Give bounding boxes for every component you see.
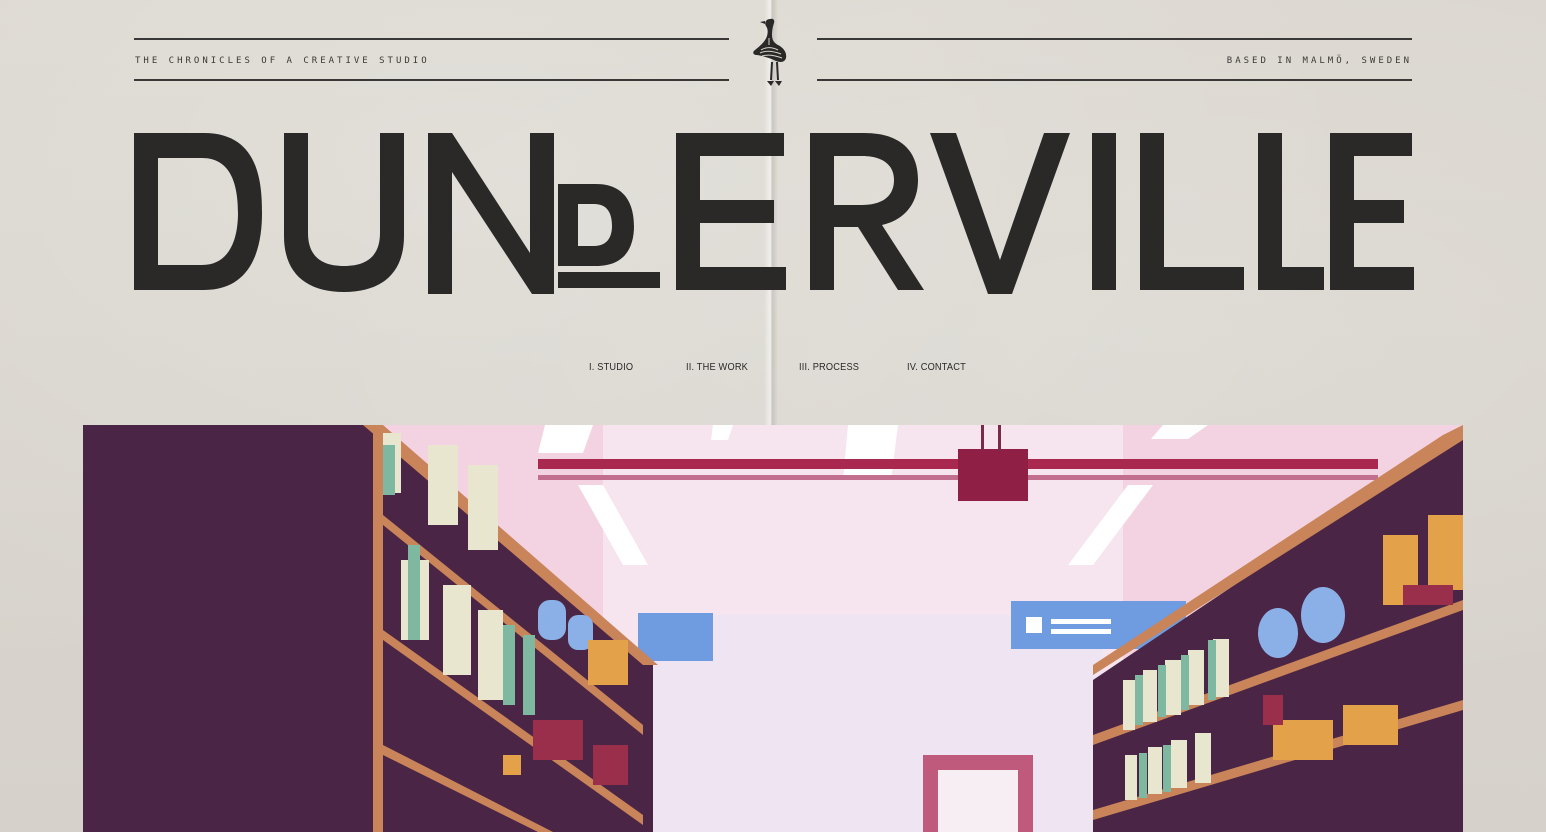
header-rule-right-top xyxy=(817,38,1412,40)
nav-item-process[interactable]: III. PROCESS xyxy=(799,361,859,373)
header-rule-left-top xyxy=(134,38,729,40)
header-rule-right-bottom xyxy=(817,79,1412,81)
hero-illustration xyxy=(83,425,1463,832)
tagline-left: THE CHRONICLES OF A CREATIVE STUDIO xyxy=(135,56,430,66)
brand-wordmark[interactable] xyxy=(134,128,1414,300)
tagline-right: BASED IN MALMÖ, SWEDEN xyxy=(1226,56,1412,66)
nav-item-the-work[interactable]: II. THE WORK xyxy=(686,361,748,373)
nav-item-contact[interactable]: IV. CONTACT xyxy=(907,361,966,373)
nav-item-studio[interactable]: I. STUDIO xyxy=(589,361,633,373)
header-rule-left-bottom xyxy=(134,79,729,81)
goose-skeleton-icon[interactable] xyxy=(748,14,792,92)
main-nav: I. STUDIO II. THE WORK III. PROCESS IV. … xyxy=(0,361,1546,381)
